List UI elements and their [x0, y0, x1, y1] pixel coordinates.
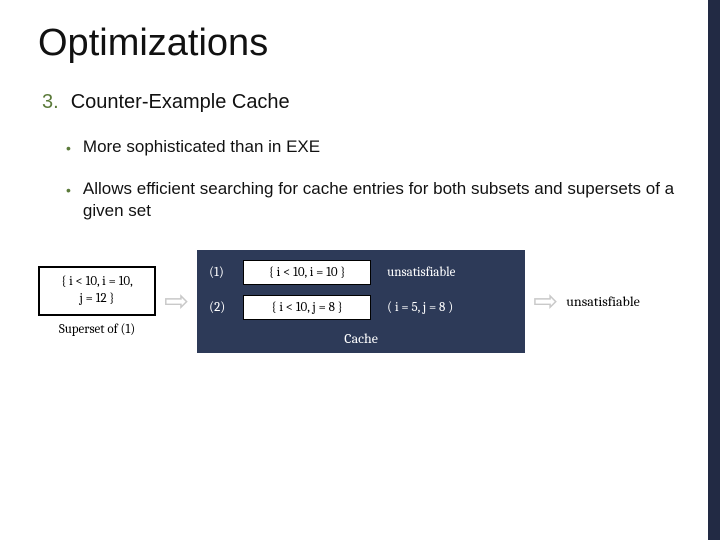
item-number: 3.	[42, 91, 59, 114]
bullet-dot-icon: •	[66, 139, 71, 158]
query-line2: j = 12 }	[42, 291, 152, 308]
slide-title: Optimizations	[38, 22, 680, 65]
diagram: { i < 10, i = 10, j = 12 } Superset of (…	[38, 250, 680, 353]
query-line1: { i < 10, i = 10,	[42, 274, 152, 291]
cache-row: (2) { i < 10, j = 8 } ( i = 5, j = 8 )	[209, 295, 513, 320]
cache-row-index: (1)	[209, 265, 233, 280]
cache-row-result: unsatisfiable	[381, 265, 513, 280]
cache-panel: (1) { i < 10, i = 10 } unsatisfiable (2)…	[197, 250, 525, 353]
arrow-right-icon: ⇨	[533, 287, 558, 317]
bullet-dot-icon: •	[66, 181, 71, 222]
cache-row-index: (2)	[209, 300, 233, 315]
cache-label: Cache	[209, 330, 513, 347]
result-text: unsatisfiable	[566, 293, 640, 310]
query-box-group: { i < 10, i = 10, j = 12 } Superset of (…	[38, 266, 156, 337]
cache-row: (1) { i < 10, i = 10 } unsatisfiable	[209, 260, 513, 285]
cache-row-set: { i < 10, j = 8 }	[243, 295, 371, 320]
bullet-2: • Allows efficient searching for cache e…	[38, 178, 680, 222]
numbered-item: 3. Counter-Example Cache	[38, 91, 680, 114]
query-caption: Superset of (1)	[38, 322, 156, 337]
query-set-box: { i < 10, i = 10, j = 12 }	[38, 266, 156, 316]
cache-row-set: { i < 10, i = 10 }	[243, 260, 371, 285]
cache-row-result: ( i = 5, j = 8 )	[381, 300, 513, 315]
item-label: Counter-Example Cache	[71, 91, 290, 114]
bullet-text: More sophisticated than in EXE	[83, 136, 320, 158]
slide: Optimizations 3. Counter-Example Cache •…	[0, 0, 708, 373]
arrow-right-icon: ⇨	[164, 287, 189, 317]
bullet-1: • More sophisticated than in EXE	[38, 136, 680, 158]
bullet-text: Allows efficient searching for cache ent…	[83, 178, 680, 222]
